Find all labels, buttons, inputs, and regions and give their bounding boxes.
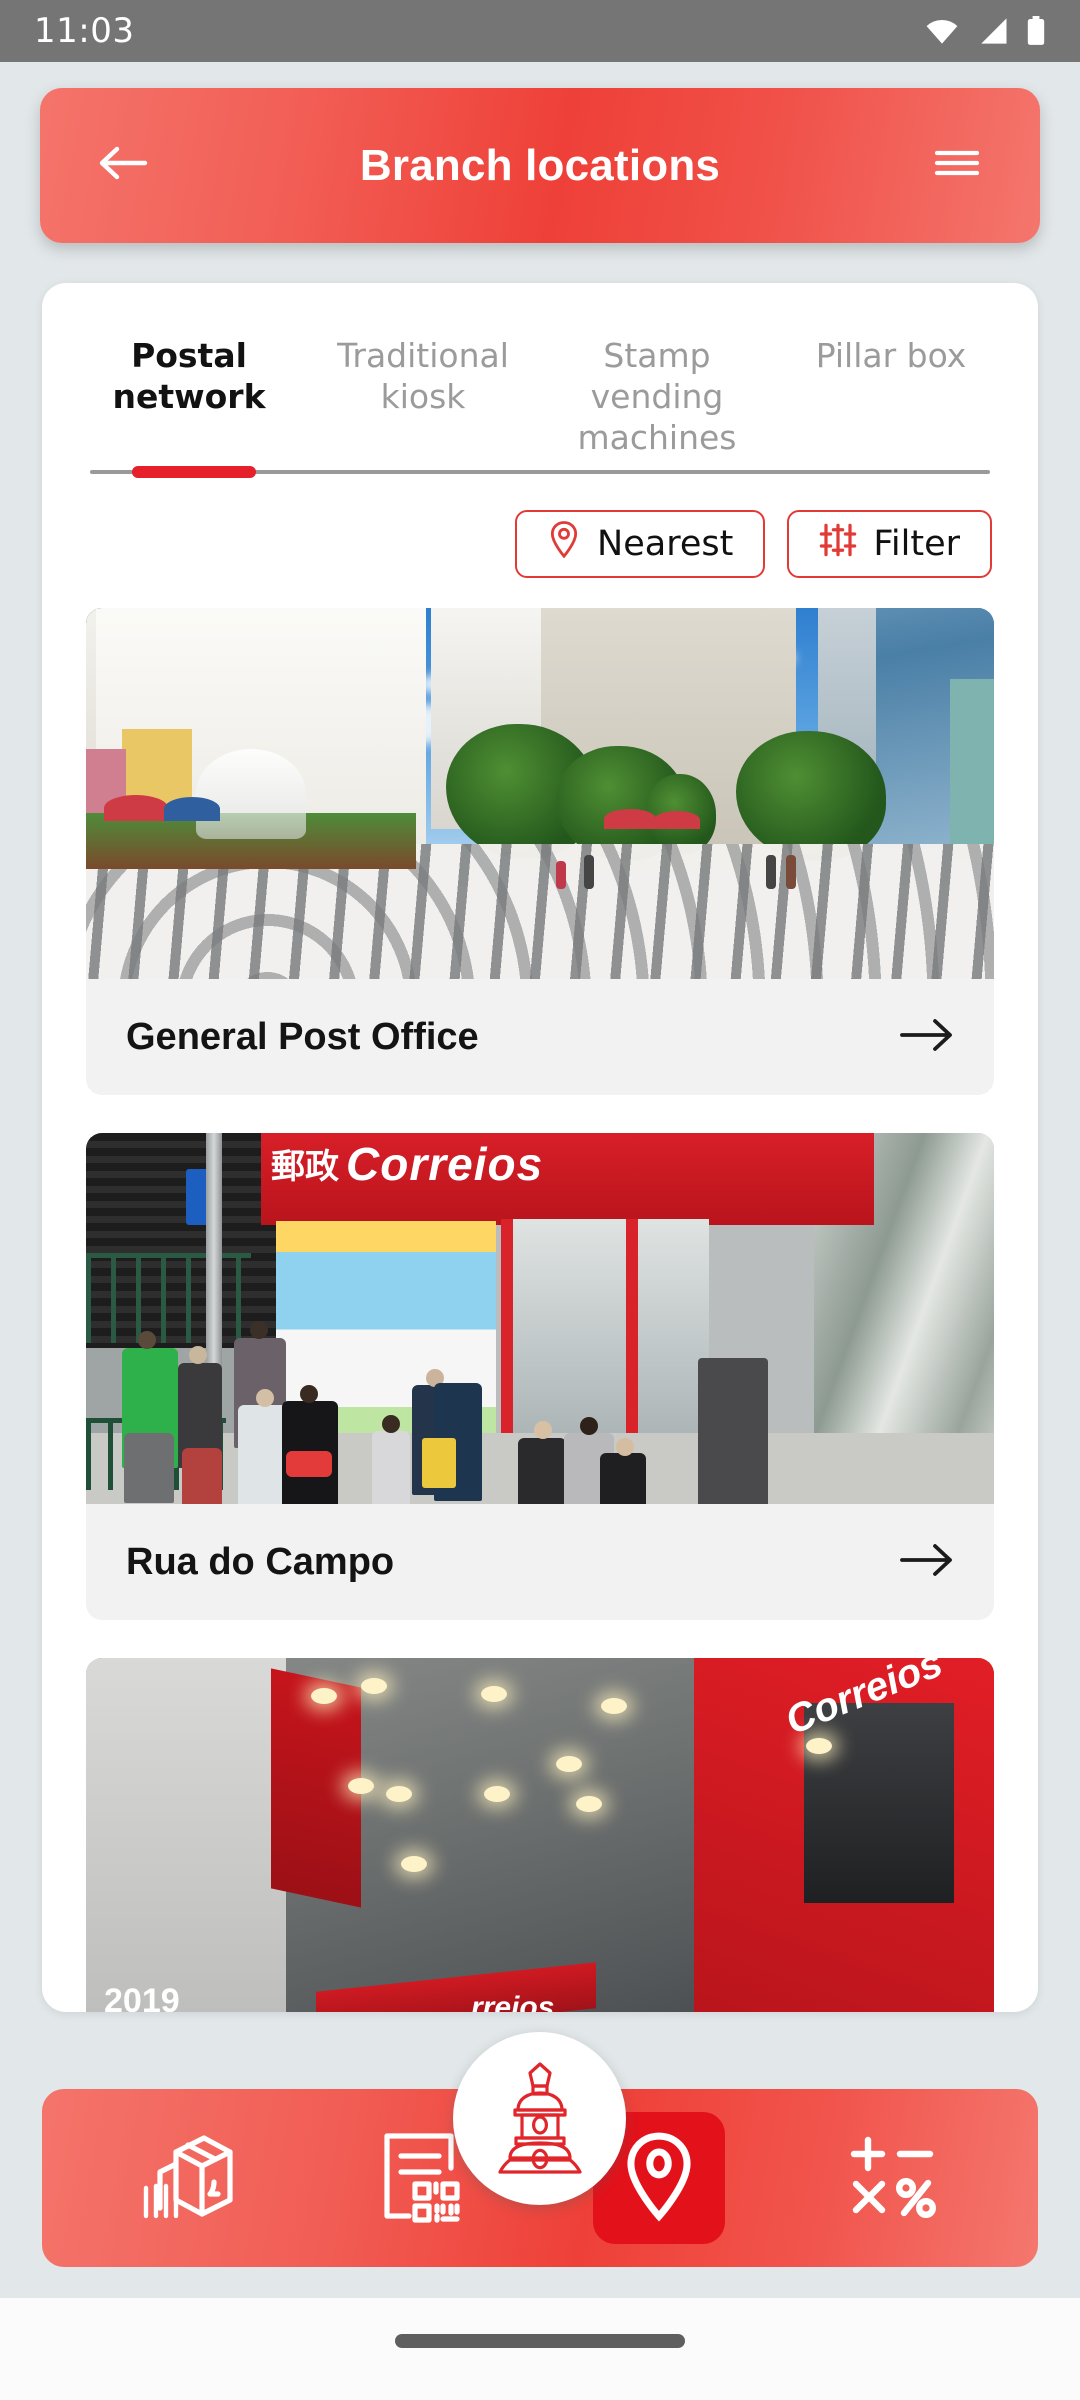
parcel-barcode-icon xyxy=(136,2124,240,2233)
location-card[interactable]: 郵政 Correios Rua do Campo xyxy=(86,1133,994,1620)
locations-list: General Post Office 郵政 Correios Rua do C… xyxy=(42,578,1038,2012)
wifi-icon xyxy=(925,17,959,45)
tab-postal-network[interactable]: Postal network xyxy=(72,335,306,417)
location-photo-rua-do-campo: 郵政 Correios xyxy=(86,1133,994,1504)
system-navigation-bar xyxy=(0,2298,1080,2400)
photo-sign-correios-small: rreios xyxy=(471,1991,555,2012)
hamburger-menu-icon xyxy=(933,145,981,186)
nav-item-calculator[interactable] xyxy=(822,2108,962,2248)
tab-active-indicator xyxy=(132,466,256,478)
action-bar: Nearest Filter xyxy=(42,474,1038,578)
tab-traditional-kiosk[interactable]: Traditional kiosk xyxy=(306,335,540,417)
location-row[interactable]: Rua do Campo xyxy=(86,1504,994,1620)
home-gesture-bar[interactable] xyxy=(395,2334,685,2348)
location-row[interactable]: General Post Office xyxy=(86,979,994,1095)
content-card: Postal network Traditional kiosk Stamp v… xyxy=(42,283,1038,2012)
photo-sign-cn: 郵政 xyxy=(271,1148,339,1186)
home-fab-button[interactable] xyxy=(453,2032,626,2205)
tab-stamp-vending-machines[interactable]: Stamp vending machines xyxy=(540,335,774,458)
status-time: 11:03 xyxy=(34,11,135,51)
location-name: Rua do Campo xyxy=(126,1540,395,1583)
location-card[interactable]: Correios rreios 2019 xyxy=(86,1658,994,2012)
page-title: Branch locations xyxy=(359,140,721,190)
status-icons xyxy=(925,16,1046,46)
location-pin-icon xyxy=(615,2128,703,2229)
location-pin-icon xyxy=(547,520,581,569)
tab-rail xyxy=(90,466,990,478)
menu-button[interactable] xyxy=(920,129,994,203)
location-card[interactable]: General Post Office xyxy=(86,608,994,1095)
location-photo-correios-interior: Correios rreios 2019 xyxy=(86,1658,994,2012)
photo-sign-correios: Correios xyxy=(346,1138,544,1190)
cellular-signal-icon xyxy=(977,17,1008,45)
app-screen: 11:03 Branch locations Postal network Tr… xyxy=(0,0,1080,2400)
nearest-button[interactable]: Nearest xyxy=(515,510,766,578)
location-photo-senado-square xyxy=(86,608,994,979)
tab-pillar-box[interactable]: Pillar box xyxy=(774,335,1008,376)
tab-bar: Postal network Traditional kiosk Stamp v… xyxy=(42,283,1038,458)
app-header: Branch locations xyxy=(40,88,1040,243)
back-arrow-icon xyxy=(97,143,149,188)
arrow-right-icon[interactable] xyxy=(900,1540,954,1585)
nav-item-parcel[interactable] xyxy=(118,2108,258,2248)
filter-label: Filter xyxy=(873,524,960,564)
nearest-label: Nearest xyxy=(597,524,734,564)
back-button[interactable] xyxy=(86,129,160,203)
photo-year-label: 2019 xyxy=(104,1982,180,2012)
arrow-right-icon[interactable] xyxy=(900,1015,954,1060)
calculator-icon xyxy=(844,2128,940,2229)
guia-lighthouse-logo-icon xyxy=(478,2054,602,2183)
battery-icon xyxy=(1026,16,1046,46)
location-name: General Post Office xyxy=(126,1015,479,1058)
filter-sliders-icon xyxy=(819,522,857,567)
status-bar: 11:03 xyxy=(0,0,1080,62)
filter-button[interactable]: Filter xyxy=(787,510,992,578)
